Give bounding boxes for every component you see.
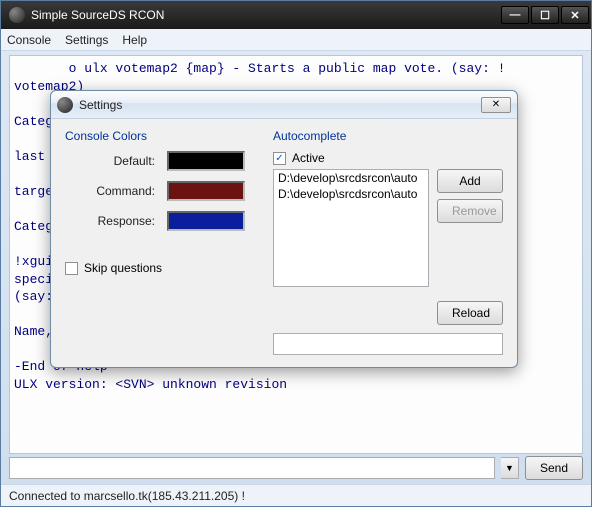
skip-questions-label: Skip questions	[84, 261, 162, 275]
settings-body: Console Colors Default: Command: Respons…	[51, 119, 517, 367]
settings-close-button[interactable]: ✕	[481, 97, 511, 113]
command-color-label: Command:	[96, 184, 155, 198]
status-text: Connected to marcsello.tk(185.43.211.205…	[9, 489, 245, 503]
autocomplete-path-input[interactable]	[273, 333, 503, 355]
autocomplete-section: Autocomplete ✓ Active D:\develop\srcdsrc…	[273, 129, 503, 355]
default-color-swatch[interactable]	[167, 151, 245, 171]
close-button[interactable]: ✕	[561, 6, 589, 24]
minimize-button[interactable]: —	[501, 6, 529, 24]
command-color-swatch[interactable]	[167, 181, 245, 201]
statusbar: Connected to marcsello.tk(185.43.211.205…	[1, 484, 591, 506]
console-colors-section: Console Colors Default: Command: Respons…	[65, 129, 255, 355]
menu-console[interactable]: Console	[7, 33, 51, 47]
maximize-button[interactable]: ☐	[531, 6, 559, 24]
settings-title: Settings	[79, 98, 481, 112]
command-input[interactable]	[9, 457, 495, 479]
add-button[interactable]: Add	[437, 169, 503, 193]
menubar: Console Settings Help	[1, 29, 591, 51]
remove-button[interactable]: Remove	[437, 199, 503, 223]
settings-icon	[57, 97, 73, 113]
list-item[interactable]: D:\develop\srcdsrcon\auto	[274, 170, 428, 186]
skip-questions-checkbox[interactable]	[65, 262, 78, 275]
menu-help[interactable]: Help	[122, 33, 147, 47]
console-colors-label: Console Colors	[65, 129, 255, 143]
default-color-label: Default:	[114, 154, 155, 168]
reload-button[interactable]: Reload	[437, 301, 503, 325]
window-title: Simple SourceDS RCON	[31, 8, 501, 22]
settings-titlebar: Settings ✕	[51, 91, 517, 119]
window-controls: — ☐ ✕	[501, 6, 589, 24]
active-label: Active	[292, 151, 325, 165]
settings-dialog: Settings ✕ Console Colors Default: Comma…	[50, 90, 518, 368]
send-button[interactable]: Send	[525, 456, 583, 480]
response-color-swatch[interactable]	[167, 211, 245, 231]
autocomplete-label: Autocomplete	[273, 129, 503, 143]
app-icon	[9, 7, 25, 23]
command-history-dropdown[interactable]: ▼	[501, 457, 519, 479]
titlebar: Simple SourceDS RCON — ☐ ✕	[1, 1, 591, 29]
response-color-label: Response:	[98, 214, 155, 228]
active-checkbox[interactable]: ✓	[273, 152, 286, 165]
command-row: ▼ Send	[9, 456, 583, 480]
list-item[interactable]: D:\develop\srcdsrcon\auto	[274, 186, 428, 202]
autocomplete-list[interactable]: D:\develop\srcdsrcon\auto D:\develop\src…	[273, 169, 429, 287]
menu-settings[interactable]: Settings	[65, 33, 108, 47]
